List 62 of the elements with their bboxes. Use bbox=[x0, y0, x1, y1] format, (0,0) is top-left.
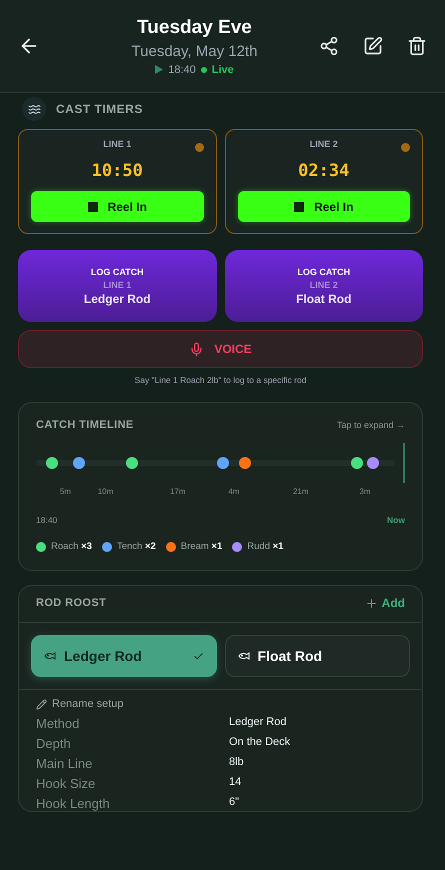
plus-icon bbox=[364, 596, 378, 610]
status-dot bbox=[401, 143, 410, 152]
detail-label: Hook Length bbox=[36, 796, 111, 811]
fish-icon bbox=[44, 650, 56, 662]
play-icon bbox=[155, 65, 164, 74]
session-title: Tuesday Eve bbox=[137, 16, 252, 38]
voice-hint: Say "Line 1 Roach 2lb" to log to a specific rod bbox=[134, 375, 308, 385]
waves-icon bbox=[22, 97, 46, 121]
line-label: LINE 2 bbox=[310, 139, 338, 149]
now-label: Now bbox=[387, 515, 405, 525]
pencil-icon bbox=[36, 698, 47, 710]
now-marker bbox=[403, 443, 405, 483]
rod-tab[interactable]: Float Rod bbox=[224, 635, 410, 677]
gap-label: 10m bbox=[98, 487, 114, 496]
start-label: 18:40 bbox=[36, 515, 58, 525]
detail-value: 6" bbox=[229, 796, 240, 810]
expand-link[interactable]: Tap to expand → bbox=[336, 420, 405, 430]
start-time: 18:40 bbox=[168, 64, 196, 76]
detail-label: Hook Size bbox=[36, 776, 96, 791]
session-date: Tuesday, May 12th bbox=[132, 42, 258, 60]
log-catch-button[interactable]: LOG CATCH LINE 2 Float Rod bbox=[224, 250, 423, 322]
gap-label: 4m bbox=[228, 487, 240, 496]
timer-clock: 10:50 bbox=[92, 161, 143, 181]
catch-dot[interactable] bbox=[217, 457, 230, 469]
reel-in-button[interactable]: Reel In bbox=[31, 191, 204, 222]
add-button[interactable]: Add bbox=[364, 596, 405, 610]
rod-tab[interactable]: Ledger Rod bbox=[31, 635, 216, 677]
catch-dot[interactable] bbox=[367, 457, 379, 469]
gap-label: 5m bbox=[60, 487, 71, 496]
legend-label: Roach ×3 bbox=[51, 541, 92, 552]
detail-value: 8lb bbox=[229, 756, 245, 770]
legend-label: Tench ×2 bbox=[116, 541, 156, 552]
catch-dot[interactable] bbox=[238, 457, 251, 469]
legend-label: Bream ×1 bbox=[180, 541, 222, 552]
log-catch-button[interactable]: LOG CATCH LINE 1 Ledger Rod bbox=[18, 250, 216, 322]
section-title: CAST TIMERS bbox=[56, 102, 143, 116]
legend-label: Rudd ×1 bbox=[247, 541, 284, 552]
timer-clock: 02:34 bbox=[298, 161, 350, 181]
gap-label: 3m bbox=[359, 487, 371, 496]
detail-label: Main Line bbox=[36, 756, 94, 771]
detail-label: Depth bbox=[36, 736, 72, 751]
catch-dot[interactable] bbox=[126, 457, 138, 469]
live-status: Live bbox=[212, 64, 234, 76]
rename-button[interactable]: Rename setup bbox=[19, 690, 124, 710]
detail-value: On the Deck bbox=[229, 736, 292, 750]
microphone-icon bbox=[189, 342, 204, 356]
gap-label: 17m bbox=[170, 487, 186, 496]
detail-value: 14 bbox=[229, 776, 242, 790]
fish-icon bbox=[238, 650, 250, 662]
catch-dot[interactable] bbox=[72, 457, 85, 469]
voice-button[interactable]: VOICE bbox=[18, 330, 423, 368]
status-dot bbox=[194, 143, 204, 152]
card-title: ROD ROOST bbox=[36, 597, 106, 609]
catch-dot[interactable] bbox=[46, 457, 58, 469]
line-label: LINE 1 bbox=[103, 139, 132, 149]
catch-dot[interactable] bbox=[350, 457, 363, 469]
detail-value: Ledger Rod bbox=[229, 716, 288, 730]
card-title: CATCH TIMELINE bbox=[36, 419, 134, 431]
detail-label: Method bbox=[36, 716, 80, 731]
reel-in-button[interactable]: Reel In bbox=[238, 191, 410, 222]
check-icon bbox=[192, 650, 204, 662]
gap-label: 21m bbox=[292, 487, 309, 496]
